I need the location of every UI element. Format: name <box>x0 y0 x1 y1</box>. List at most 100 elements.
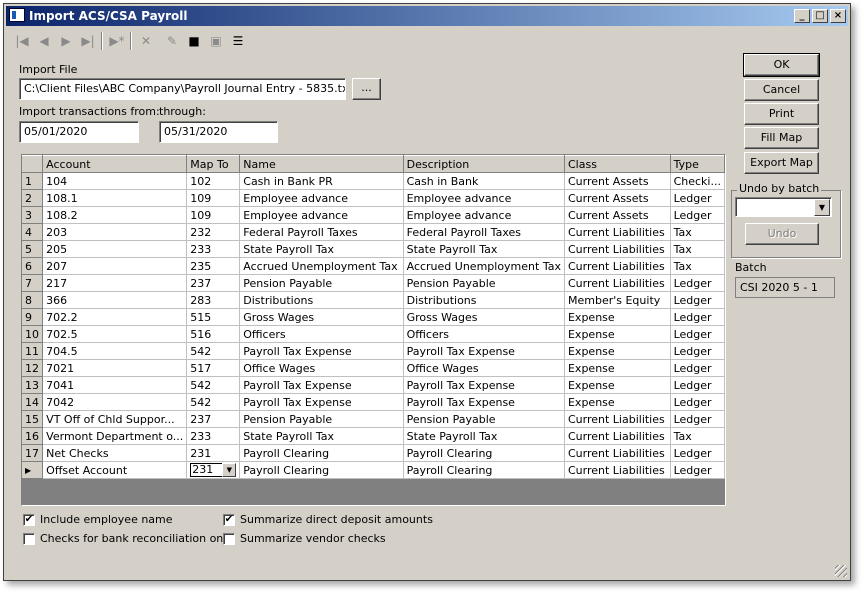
cell-name[interactable]: Federal Payroll Taxes <box>239 223 404 241</box>
cell-description[interactable]: Gross Wages <box>403 308 565 326</box>
cell-name[interactable]: Office Wages <box>239 359 404 377</box>
cell-name[interactable]: Cash in Bank PR <box>239 172 404 190</box>
cell-account[interactable]: 104 <box>42 172 188 190</box>
cell-type[interactable]: Ledger <box>670 342 726 360</box>
cell-name[interactable]: Payroll Tax Expense <box>239 376 404 394</box>
cell-account[interactable]: 207 <box>42 257 188 275</box>
cell-account[interactable]: Net Checks <box>42 444 188 462</box>
cell-type[interactable]: Ledger <box>670 393 726 411</box>
table-row[interactable]: 12 7021 517 Office Wages Office Wages Expense… <box>22 359 726 377</box>
col-header-map-to[interactable]: Map To <box>186 155 241 173</box>
cell-map-to[interactable]: 233 <box>186 240 241 258</box>
import-file-field[interactable]: C:\Client Files\ABC Company\Payroll Jour… <box>19 78 346 100</box>
fill-map-button[interactable]: Fill Map <box>744 127 819 149</box>
cell-name[interactable]: State Payroll Tax <box>239 427 404 445</box>
cell-account[interactable]: 205 <box>42 240 188 258</box>
row-number[interactable]: 12 <box>22 359 44 377</box>
cell-account[interactable]: 702.5 <box>42 325 188 343</box>
table-row[interactable]: 13 7041 542 Payroll Tax Expense Payroll Tax … <box>22 376 726 394</box>
table-row[interactable]: 14 7042 542 Payroll Tax Expense Payroll Tax … <box>22 393 726 411</box>
row-number[interactable]: 7 <box>22 274 44 292</box>
cell-class[interactable]: Current Assets <box>564 172 671 190</box>
cell-description[interactable]: Payroll Clearing <box>403 461 565 479</box>
include-employee-name-checkbox[interactable]: ✔ <box>23 514 35 526</box>
cell-description[interactable]: State Payroll Tax <box>403 240 565 258</box>
cell-map-to[interactable]: 283 <box>186 291 241 309</box>
save-icon[interactable]: ■ <box>184 31 204 51</box>
cell-map-to[interactable]: 231 ▼ <box>186 461 241 479</box>
table-row[interactable]: 10 702.5 516 Officers Officers Expense Ledger <box>22 325 726 343</box>
last-icon[interactable]: ▶| <box>78 31 98 51</box>
cell-name[interactable]: State Payroll Tax <box>239 240 404 258</box>
row-number[interactable]: 3 <box>22 206 44 224</box>
cell-description[interactable]: Distributions <box>403 291 565 309</box>
table-row[interactable]: 11 704.5 542 Payroll Tax Expense Payroll Tax… <box>22 342 726 360</box>
cell-account[interactable]: 7041 <box>42 376 188 394</box>
col-header-description[interactable]: Description <box>403 155 565 173</box>
cell-account[interactable]: 217 <box>42 274 188 292</box>
cell-type[interactable]: Ledger <box>670 410 726 428</box>
row-number[interactable]: 13 <box>22 376 44 394</box>
cell-name[interactable]: Accrued Unemployment Tax <box>239 257 404 275</box>
cell-name[interactable]: Gross Wages <box>239 308 404 326</box>
maximize-button[interactable]: □ <box>812 9 828 23</box>
cell-class[interactable]: Current Assets <box>564 206 671 224</box>
table-row[interactable]: 16 Vermont Department o... 233 State Payrol… <box>22 427 726 445</box>
cell-class[interactable]: Current Liabilities <box>564 410 671 428</box>
row-number[interactable]: 16 <box>22 427 44 445</box>
cell-class[interactable]: Current Liabilities <box>564 240 671 258</box>
table-row[interactable]: ▶ Offset Account 231 ▼ Payroll Clearing Payro… <box>22 461 726 479</box>
cell-account[interactable]: 704.5 <box>42 342 188 360</box>
cell-map-to[interactable]: 516 <box>186 325 241 343</box>
table-row[interactable]: 7 217 237 Pension Payable Pension Payable Cur… <box>22 274 726 292</box>
row-number[interactable]: 8 <box>22 291 44 309</box>
cell-class[interactable]: Current Liabilities <box>564 444 671 462</box>
row-number[interactable]: 4 <box>22 223 44 241</box>
next-icon[interactable]: ▶ <box>56 31 76 51</box>
close-button[interactable]: × <box>830 9 846 23</box>
print-button[interactable]: Print <box>744 103 819 125</box>
delete-icon[interactable]: ✕ <box>136 31 156 51</box>
table-row[interactable]: 6 207 235 Accrued Unemployment Tax Accrued U… <box>22 257 726 275</box>
cell-account[interactable]: Offset Account <box>42 461 188 479</box>
chevron-down-icon[interactable]: ▼ <box>814 199 830 216</box>
row-number[interactable]: 6 <box>22 257 44 275</box>
cell-type[interactable]: Tax <box>670 240 726 258</box>
cell-map-to[interactable]: 109 <box>186 206 241 224</box>
cell-description[interactable]: Pension Payable <box>403 274 565 292</box>
cell-type[interactable]: Tax <box>670 427 726 445</box>
cell-account[interactable]: 7042 <box>42 393 188 411</box>
cell-class[interactable]: Current Liabilities <box>564 257 671 275</box>
table-row[interactable]: 17 Net Checks 231 Payroll Clearing Payroll C… <box>22 444 726 462</box>
cell-account[interactable]: 108.1 <box>42 189 188 207</box>
cell-name[interactable]: Pension Payable <box>239 274 404 292</box>
row-number[interactable]: 11 <box>22 342 44 360</box>
cell-name[interactable]: Employee advance <box>239 189 404 207</box>
cell-map-to[interactable]: 232 <box>186 223 241 241</box>
cell-type[interactable]: Ledger <box>670 376 726 394</box>
map-to-editor[interactable]: 231 ▼ <box>190 463 237 477</box>
cell-map-to[interactable]: 231 <box>186 444 241 462</box>
export-map-button[interactable]: Export Map <box>744 152 819 174</box>
row-number[interactable]: 17 <box>22 444 44 462</box>
cell-type[interactable]: Ledger <box>670 359 726 377</box>
cell-description[interactable]: Federal Payroll Taxes <box>403 223 565 241</box>
cell-description[interactable]: Officers <box>403 325 565 343</box>
table-row[interactable]: 2 108.1 109 Employee advance Employee advanc… <box>22 189 726 207</box>
cell-account[interactable]: 203 <box>42 223 188 241</box>
cell-type[interactable]: Checki... <box>670 172 726 190</box>
checks-bank-recon-checkbox[interactable] <box>23 533 35 545</box>
edit-icon[interactable]: ✎ <box>162 31 182 51</box>
cell-map-to[interactable]: 235 <box>186 257 241 275</box>
cell-account[interactable]: 702.2 <box>42 308 188 326</box>
row-number[interactable]: 1 <box>22 172 44 190</box>
table-row[interactable]: 9 702.2 515 Gross Wages Gross Wages Expense Le… <box>22 308 726 326</box>
cell-name[interactable]: Pension Payable <box>239 410 404 428</box>
from-date-field[interactable]: 05/01/2020 <box>19 121 139 143</box>
undo-button[interactable]: Undo <box>745 223 819 245</box>
mapping-grid-area[interactable]: Account Map To Name Description Class Ty… <box>21 154 726 506</box>
cell-map-to[interactable]: 237 <box>186 274 241 292</box>
cell-account[interactable]: 108.2 <box>42 206 188 224</box>
cancel-button[interactable]: Cancel <box>744 79 819 101</box>
table-row[interactable]: 8 366 283 Distributions Distributions Member'… <box>22 291 726 309</box>
